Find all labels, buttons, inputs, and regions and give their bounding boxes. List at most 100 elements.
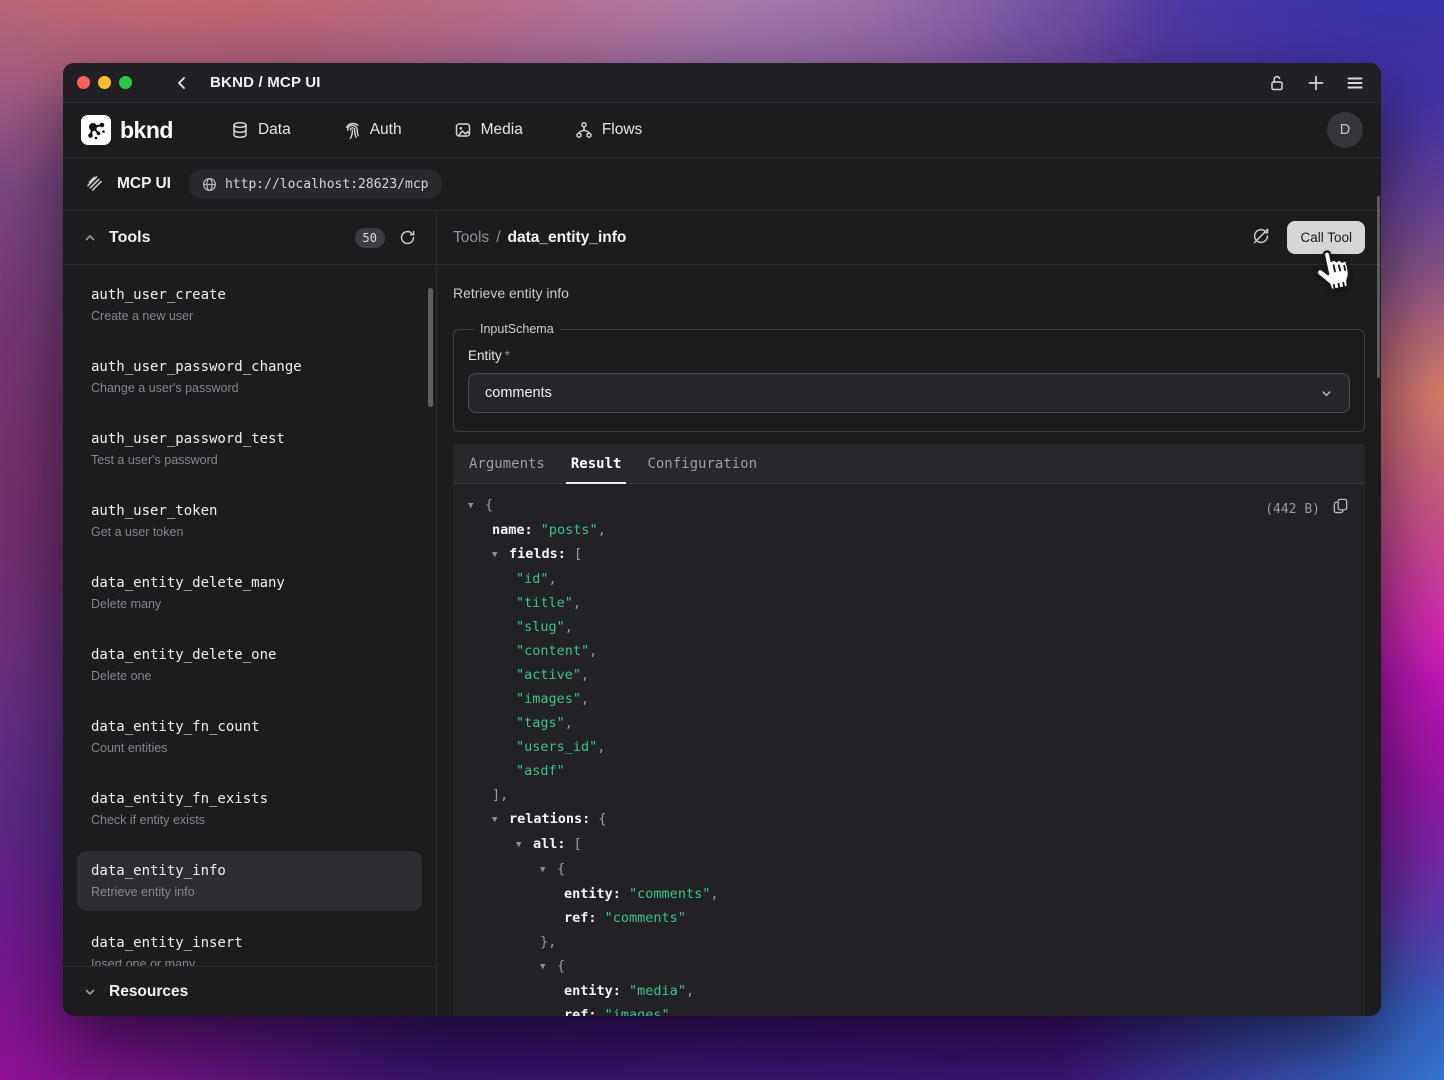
- page-scrollbar[interactable]: [1377, 196, 1380, 378]
- sidebar-tool-item[interactable]: data_entity_insertInsert one or many: [77, 923, 422, 966]
- collapse-arrow-icon[interactable]: ▼: [492, 543, 509, 567]
- tool-description: Test a user's password: [91, 452, 408, 469]
- tool-name: data_entity_info: [91, 861, 408, 881]
- tool-name: auth_user_create: [91, 285, 408, 305]
- json-line: ▼fields: [: [468, 542, 1349, 567]
- nav-item-data[interactable]: Data: [231, 121, 291, 139]
- collapse-arrow-icon[interactable]: ▼: [540, 955, 557, 979]
- app-window: BKND / MCP UI bknd: [63, 63, 1381, 1016]
- nav-item-auth[interactable]: Auth: [343, 121, 402, 139]
- window-title: BKND / MCP UI: [210, 74, 321, 91]
- entity-select[interactable]: comments: [468, 373, 1350, 413]
- new-tab-icon[interactable]: [1307, 74, 1325, 92]
- copy-icon[interactable]: [1332, 497, 1349, 522]
- nav-item-label: Data: [258, 121, 291, 139]
- tool-description: Get a user token: [91, 524, 408, 541]
- refresh-tools-icon[interactable]: [399, 229, 416, 246]
- chevron-down-icon: [1320, 387, 1333, 400]
- sidebar-tool-item[interactable]: auth_user_password_changeChange a user's…: [77, 347, 422, 407]
- tools-count-badge: 50: [355, 228, 385, 248]
- sidebar-tool-item[interactable]: data_entity_info Retrieve entity info: [77, 851, 422, 911]
- tools-sidebar: Tools 50 auth_user_createCreate a new us…: [63, 211, 437, 1016]
- json-line: entity: "comments",: [468, 882, 1349, 906]
- nav-item-flows[interactable]: Flows: [575, 121, 642, 139]
- tool-description: Check if entity exists: [91, 812, 408, 829]
- json-line: "asdf": [468, 759, 1349, 783]
- database-icon: [231, 121, 249, 139]
- sidebar-tool-item[interactable]: data_entity_delete_manyDelete many: [77, 563, 422, 623]
- call-tool-button[interactable]: Call Tool: [1287, 221, 1365, 254]
- tool-name: auth_user_password_change: [91, 357, 408, 377]
- json-line: ref: "comments": [468, 906, 1349, 930]
- lock-open-icon[interactable]: [1268, 74, 1286, 92]
- tool-name: data_entity_delete_one: [91, 645, 408, 665]
- sidebar-tool-item[interactable]: auth_user_createCreate a new user: [77, 275, 422, 335]
- json-line: name: "posts",: [468, 518, 1349, 542]
- json-line: ],: [468, 783, 1349, 807]
- collapse-arrow-icon[interactable]: ▼: [540, 858, 557, 882]
- titlebar-actions: [1268, 74, 1381, 92]
- back-icon[interactable]: [174, 75, 190, 91]
- entity-select-value: comments: [485, 385, 552, 401]
- tool-name: data_entity_fn_exists: [91, 789, 408, 809]
- sidebar-scrollbar[interactable]: [428, 288, 433, 407]
- resources-section-header[interactable]: Resources: [63, 966, 436, 1016]
- tab-result[interactable]: Result: [571, 444, 622, 483]
- auto-refresh-off-icon[interactable]: [1251, 226, 1271, 249]
- json-line: ▼relations: {: [468, 807, 1349, 832]
- minimize-window-button[interactable]: [98, 76, 111, 89]
- brand-logo[interactable]: bknd: [81, 115, 173, 145]
- collapse-arrow-icon[interactable]: ▼: [468, 494, 485, 518]
- result-card: Arguments Result Configuration (442 B): [453, 444, 1365, 1016]
- input-schema-fieldset: InputSchema Entity* comments: [453, 322, 1365, 432]
- app-body: Tools 50 auth_user_createCreate a new us…: [63, 211, 1381, 1016]
- nav-item-label: Auth: [370, 121, 402, 139]
- fingerprint-icon: [343, 121, 361, 139]
- collapse-arrow-icon[interactable]: ▼: [516, 833, 533, 857]
- tool-detail-header: Tools / data_entity_info Call Tool: [437, 211, 1381, 265]
- tool-name: auth_user_password_test: [91, 429, 408, 449]
- chevron-up-icon: [83, 231, 97, 245]
- brand-name: bknd: [120, 117, 173, 144]
- sidebar-tool-item[interactable]: data_entity_delete_oneDelete one: [77, 635, 422, 695]
- tool-name: auth_user_token: [91, 501, 408, 521]
- tool-actions: Call Tool: [1251, 221, 1365, 254]
- json-line: ▼{: [468, 493, 1349, 518]
- mcp-server-url[interactable]: http://localhost:28623/mcp: [188, 169, 443, 199]
- sidebar-tool-item[interactable]: auth_user_password_test Test a user's pas…: [77, 419, 422, 479]
- window-controls: [77, 76, 132, 89]
- json-line: "content",: [468, 639, 1349, 663]
- globe-icon: [202, 177, 217, 192]
- collapse-arrow-icon[interactable]: ▼: [492, 808, 509, 832]
- json-line: "users_id",: [468, 735, 1349, 759]
- sidebar-tool-item[interactable]: data_entity_fn_exists Check if entity exi…: [77, 779, 422, 839]
- breadcrumb-separator: /: [496, 229, 500, 247]
- mcp-url-text: http://localhost:28623/mcp: [225, 177, 429, 192]
- json-line: ▼{: [468, 954, 1349, 979]
- tab-arguments[interactable]: Arguments: [469, 444, 545, 483]
- nav-item-label: Flows: [602, 121, 642, 139]
- tools-section-title: Tools: [109, 229, 150, 247]
- flow-icon: [575, 121, 593, 139]
- input-schema-legend: InputSchema: [474, 322, 560, 336]
- desktop-wallpaper: BKND / MCP UI bknd: [0, 0, 1444, 1080]
- sidebar-tool-item[interactable]: data_entity_fn_countCount entities: [77, 707, 422, 767]
- json-line: ▼all: [: [468, 832, 1349, 857]
- breadcrumb-section[interactable]: Tools: [453, 229, 489, 247]
- menu-icon[interactable]: [1346, 74, 1364, 92]
- json-line: },: [468, 930, 1349, 954]
- json-lines: ▼{name: "posts",▼fields: ["id","title","…: [468, 493, 1349, 1016]
- close-window-button[interactable]: [77, 76, 90, 89]
- zoom-window-button[interactable]: [119, 76, 132, 89]
- tools-section-header[interactable]: Tools 50: [63, 211, 436, 265]
- user-avatar[interactable]: D: [1327, 112, 1363, 148]
- sidebar-tool-item[interactable]: auth_user_token Get a user token: [77, 491, 422, 551]
- tool-list: auth_user_createCreate a new userauth_us…: [63, 265, 436, 966]
- tool-description: Retrieve entity info: [91, 884, 408, 901]
- nav-item-media[interactable]: Media: [454, 121, 523, 139]
- tab-configuration[interactable]: Configuration: [647, 444, 757, 483]
- json-line: entity: "media",: [468, 979, 1349, 1003]
- tool-detail-body: Retrieve entity info InputSchema Entity*…: [437, 265, 1381, 1016]
- resources-section-title: Resources: [109, 983, 188, 1001]
- mcp-ui-title: MCP UI: [117, 175, 171, 193]
